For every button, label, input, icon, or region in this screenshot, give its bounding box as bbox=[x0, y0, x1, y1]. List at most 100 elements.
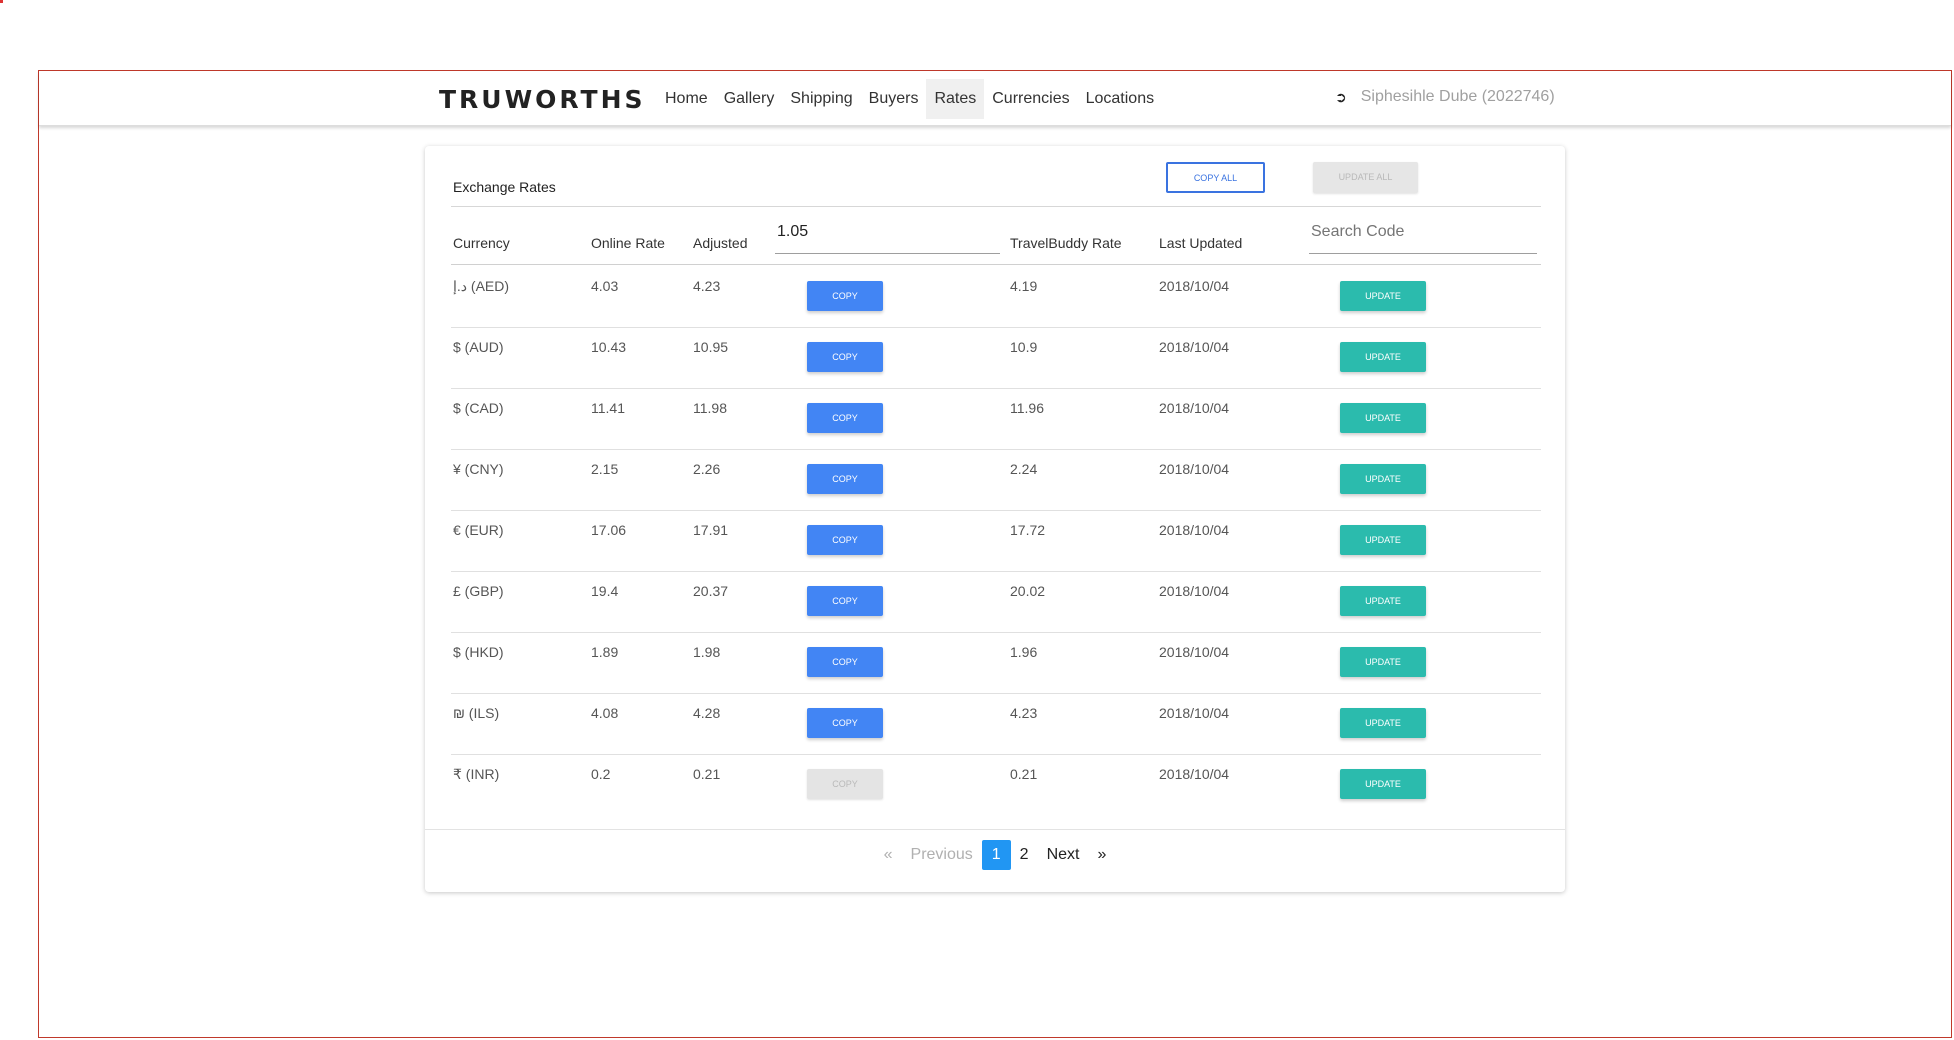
adjusted-rate-cell: 10.95 bbox=[693, 339, 729, 355]
corner-mark bbox=[0, 0, 3, 3]
travelbuddy-rate-cell: 4.19 bbox=[1010, 278, 1038, 294]
nav-item-locations[interactable]: Locations bbox=[1078, 79, 1163, 119]
update-button[interactable]: UPDATE bbox=[1340, 403, 1426, 433]
update-button[interactable]: UPDATE bbox=[1340, 525, 1426, 555]
online-rate-cell: 17.06 bbox=[591, 522, 627, 538]
update-all-button[interactable]: UPDATE ALL bbox=[1313, 162, 1418, 193]
next-page-link[interactable]: Next bbox=[1038, 840, 1089, 870]
adjusted-rate-cell: 4.23 bbox=[693, 278, 721, 294]
last-updated-cell: 2018/10/04 bbox=[1159, 400, 1230, 416]
update-button[interactable]: UPDATE bbox=[1340, 586, 1426, 616]
footer-divider bbox=[425, 829, 1565, 830]
currency-cell: ₹ (INR) bbox=[453, 766, 500, 782]
last-updated-cell: 2018/10/04 bbox=[1159, 705, 1230, 721]
copy-button[interactable]: COPY bbox=[807, 342, 883, 372]
online-rate-cell: 4.03 bbox=[591, 278, 619, 294]
adjusted-rate-cell: 4.28 bbox=[693, 705, 721, 721]
table-row: £ (GBP) 19.4 20.37 20.02 2018/10/04 COPY UPDAT… bbox=[451, 572, 1541, 633]
currency-cell: $ (HKD) bbox=[453, 644, 504, 660]
previous-page-link: Previous bbox=[910, 846, 973, 863]
online-rate-cell: 0.2 bbox=[591, 766, 611, 782]
table-row: ₹ (INR) 0.2 0.21 0.21 2018/10/04 COPY UPDATE bbox=[451, 755, 1541, 816]
brand-logo[interactable]: TRUWORTHS bbox=[439, 85, 646, 114]
copy-button[interactable]: COPY bbox=[807, 708, 883, 738]
table-row: ₪ (ILS) 4.08 4.28 4.23 2018/10/04 COPY UPDATE bbox=[451, 694, 1541, 755]
card-title: Exchange Rates bbox=[453, 179, 556, 195]
search-code-input[interactable]: Search Code bbox=[1309, 223, 1537, 254]
next-arrow[interactable]: » bbox=[1088, 840, 1115, 870]
currency-cell: ¥ (CNY) bbox=[453, 461, 504, 477]
sign-out-icon[interactable]: ➲ bbox=[1335, 89, 1347, 106]
adjusted-rate-cell: 11.98 bbox=[693, 400, 727, 416]
pagination: « Previous 1 2 Next » bbox=[425, 840, 1565, 870]
nav-item-buyers[interactable]: Buyers bbox=[861, 79, 927, 119]
currency-cell: $ (CAD) bbox=[453, 400, 504, 416]
update-button[interactable]: UPDATE bbox=[1340, 342, 1426, 372]
prev-arrow: « bbox=[883, 846, 893, 863]
adjusted-rate-cell: 20.37 bbox=[693, 583, 729, 599]
table-row: $ (CAD) 11.41 11.98 11.96 2018/10/04 COPY UPDA… bbox=[451, 389, 1541, 450]
online-rate-cell: 10.43 bbox=[591, 339, 627, 355]
online-rate-cell: 2.15 bbox=[591, 461, 619, 477]
copy-button[interactable]: COPY bbox=[807, 769, 883, 799]
user-name[interactable]: Siphesihle Dube (2022746) bbox=[1361, 88, 1555, 106]
nav-item-home[interactable]: Home bbox=[657, 79, 716, 119]
table-row: $ (HKD) 1.89 1.98 1.96 2018/10/04 COPY UPDATE bbox=[451, 633, 1541, 694]
header-adjusted: Adjusted bbox=[693, 235, 748, 251]
currency-cell: د.إ (AED) bbox=[453, 278, 510, 294]
top-navbar: TRUWORTHS Home Gallery Shipping Buyers Rates… bbox=[39, 71, 1951, 126]
copy-button[interactable]: COPY bbox=[807, 281, 883, 311]
nav-item-currencies[interactable]: Currencies bbox=[984, 79, 1077, 119]
currency-cell: $ (AUD) bbox=[453, 339, 504, 355]
table-row: د.إ (AED) 4.03 4.23 4.19 2018/10/04 COPY UPDAT… bbox=[451, 267, 1541, 328]
last-updated-cell: 2018/10/04 bbox=[1159, 461, 1230, 477]
update-button[interactable]: UPDATE bbox=[1340, 464, 1426, 494]
table-row: $ (AUD) 10.43 10.95 10.9 2018/10/04 COPY UPDAT… bbox=[451, 328, 1541, 389]
adjusted-rate-cell: 1.98 bbox=[693, 644, 721, 660]
travelbuddy-rate-cell: 1.96 bbox=[1010, 644, 1038, 660]
copy-button[interactable]: COPY bbox=[807, 525, 883, 555]
adjusted-rate-cell: 17.91 bbox=[693, 522, 729, 538]
travelbuddy-rate-cell: 4.23 bbox=[1010, 705, 1038, 721]
update-button[interactable]: UPDATE bbox=[1340, 281, 1426, 311]
adjustment-factor-input[interactable]: 1.05 bbox=[775, 223, 1000, 254]
online-rate-cell: 19.4 bbox=[591, 583, 619, 599]
header-last-updated: Last Updated bbox=[1159, 235, 1243, 251]
copy-button[interactable]: COPY bbox=[807, 586, 883, 616]
exchange-rates-card: Exchange Rates COPY ALL UPDATE ALL Curre… bbox=[425, 146, 1565, 892]
copy-all-button[interactable]: COPY ALL bbox=[1166, 162, 1265, 193]
last-updated-cell: 2018/10/04 bbox=[1159, 278, 1230, 294]
travelbuddy-rate-cell: 0.21 bbox=[1010, 766, 1038, 782]
last-updated-cell: 2018/10/04 bbox=[1159, 522, 1230, 538]
update-button[interactable]: UPDATE bbox=[1340, 708, 1426, 738]
last-updated-cell: 2018/10/04 bbox=[1159, 339, 1230, 355]
user-menu[interactable]: ➲ Siphesihle Dube (2022746) bbox=[1335, 88, 1555, 106]
update-button[interactable]: UPDATE bbox=[1340, 769, 1426, 799]
main-nav: Home Gallery Shipping Buyers Rates Currencies… bbox=[657, 79, 1162, 119]
last-updated-cell: 2018/10/04 bbox=[1159, 583, 1230, 599]
copy-button[interactable]: COPY bbox=[807, 403, 883, 433]
header-divider bbox=[451, 264, 1541, 265]
travelbuddy-rate-cell: 20.02 bbox=[1010, 583, 1046, 599]
online-rate-cell: 1.89 bbox=[591, 644, 619, 660]
page-2-link[interactable]: 2 bbox=[1011, 840, 1038, 870]
header-online-rate: Online Rate bbox=[591, 235, 665, 251]
nav-item-shipping[interactable]: Shipping bbox=[782, 79, 860, 119]
page-1-link[interactable]: 1 bbox=[981, 840, 1011, 870]
adjusted-rate-cell: 2.26 bbox=[693, 461, 721, 477]
last-updated-cell: 2018/10/04 bbox=[1159, 644, 1230, 660]
currency-cell: € (EUR) bbox=[453, 522, 504, 538]
online-rate-cell: 11.41 bbox=[591, 400, 625, 416]
travelbuddy-rate-cell: 17.72 bbox=[1010, 522, 1046, 538]
nav-item-gallery[interactable]: Gallery bbox=[716, 79, 783, 119]
app-frame: TRUWORTHS Home Gallery Shipping Buyers Rates… bbox=[38, 70, 1952, 1038]
nav-item-rates[interactable]: Rates bbox=[926, 79, 985, 119]
copy-button[interactable]: COPY bbox=[807, 647, 883, 677]
header-currency: Currency bbox=[453, 235, 510, 251]
travelbuddy-rate-cell: 10.9 bbox=[1010, 339, 1038, 355]
copy-button[interactable]: COPY bbox=[807, 464, 883, 494]
currency-cell: £ (GBP) bbox=[453, 583, 504, 599]
adjusted-rate-cell: 0.21 bbox=[693, 766, 721, 782]
header-travelbuddy-rate: TravelBuddy Rate bbox=[1010, 235, 1122, 251]
update-button[interactable]: UPDATE bbox=[1340, 647, 1426, 677]
